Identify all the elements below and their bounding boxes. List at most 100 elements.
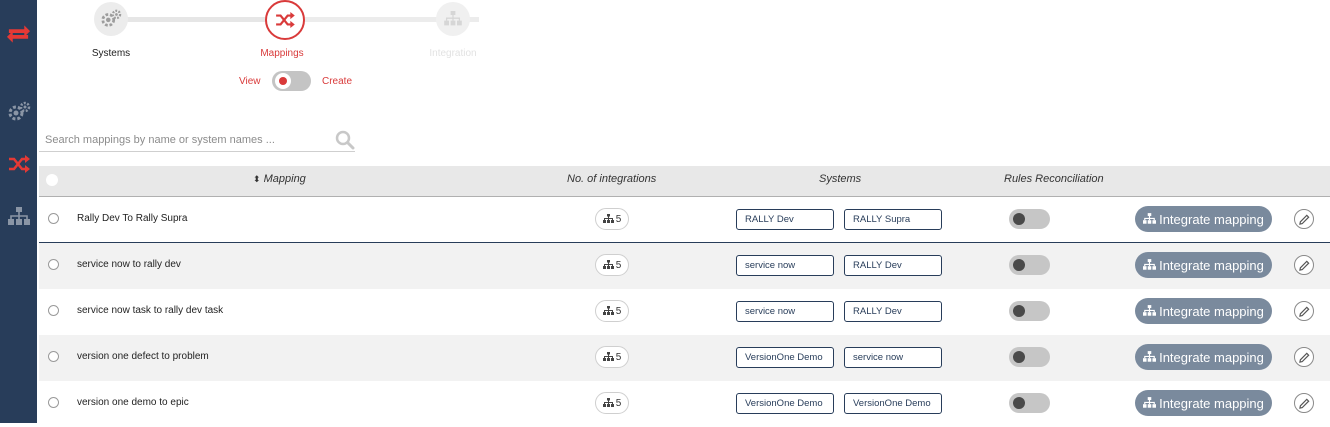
row-radio[interactable] (48, 397, 59, 408)
sitemap-icon (1143, 351, 1157, 362)
table-row[interactable]: service now to rally dev 5 service now R… (39, 243, 1330, 289)
integrate-mapping-label: Integrate mapping (1159, 211, 1264, 227)
stepper-progress (111, 17, 289, 22)
sitemap-icon (444, 11, 462, 26)
header-integrations: No. of integrations (567, 173, 657, 185)
step-mappings[interactable] (265, 0, 305, 40)
mapping-name: version one defect to problem (77, 351, 209, 362)
edit-button[interactable] (1294, 301, 1314, 321)
sitemap-icon (1143, 397, 1157, 408)
rules-reconciliation-toggle[interactable] (1009, 301, 1050, 321)
row-radio[interactable] (48, 305, 59, 316)
select-all-radio[interactable] (46, 174, 58, 186)
integrations-count: 5 (615, 213, 622, 225)
sitemap-icon[interactable] (6, 206, 31, 228)
rules-reconciliation-toggle[interactable] (1009, 209, 1050, 229)
integrate-mapping-button[interactable]: Integrate mapping (1135, 206, 1272, 232)
sitemap-icon (1143, 259, 1157, 270)
integrations-count-badge[interactable]: 5 (595, 208, 629, 230)
create-label[interactable]: Create (322, 76, 352, 87)
table-row[interactable]: version one defect to problem 5 VersionO… (39, 335, 1330, 381)
integrations-count-badge[interactable]: 5 (595, 346, 629, 368)
integrate-mapping-label: Integrate mapping (1159, 257, 1264, 273)
mapping-name: Rally Dev To Rally Supra (77, 213, 188, 224)
header-mapping-label: Mapping (263, 173, 306, 185)
pencil-icon (1298, 352, 1309, 363)
source-system-tag: RALLY Dev (736, 209, 834, 230)
target-system-tag: VersionOne Demo (844, 393, 942, 414)
shuffle-icon[interactable] (6, 153, 31, 175)
sidebar (0, 0, 37, 423)
pencil-icon (1298, 214, 1309, 225)
step-integration[interactable] (436, 2, 470, 36)
target-system-tag: RALLY Dev (844, 255, 942, 276)
integrations-count-badge[interactable]: 5 (595, 300, 629, 322)
integrate-mapping-label: Integrate mapping (1159, 303, 1264, 319)
header-systems: Systems (819, 173, 862, 185)
source-system-tag: VersionOne Demo (736, 347, 834, 368)
integrations-count: 5 (615, 259, 622, 271)
search-box (39, 128, 355, 152)
sitemap-icon (602, 306, 614, 315)
source-system-tag: VersionOne Demo (736, 393, 834, 414)
rules-reconciliation-toggle[interactable] (1009, 347, 1050, 367)
rules-reconciliation-toggle[interactable] (1009, 255, 1050, 275)
table-header: ⬍ Mapping No. of integrations Systems Ru… (39, 166, 1330, 197)
target-system-tag: RALLY Supra (844, 209, 942, 230)
row-radio[interactable] (48, 259, 59, 270)
edit-button[interactable] (1294, 209, 1314, 229)
integrations-count: 5 (615, 397, 622, 409)
integrate-mapping-button[interactable]: Integrate mapping (1135, 298, 1272, 324)
integrations-count-badge[interactable]: 5 (595, 392, 629, 414)
source-system-tag: service now (736, 301, 834, 322)
table-row[interactable]: version one demo to epic 5 VersionOne De… (39, 381, 1330, 427)
edit-button[interactable] (1294, 255, 1314, 275)
search-input[interactable] (45, 132, 325, 148)
pencil-icon (1298, 398, 1309, 409)
pencil-icon (1298, 306, 1309, 317)
edit-button[interactable] (1294, 347, 1314, 367)
gears-icon (101, 9, 122, 27)
row-radio[interactable] (48, 351, 59, 362)
step-label-integration: Integration (429, 48, 477, 59)
switch-knob (275, 73, 291, 89)
view-create-switch[interactable] (272, 71, 311, 91)
view-label[interactable]: View (239, 76, 261, 87)
integrate-mapping-button[interactable]: Integrate mapping (1135, 390, 1272, 416)
table-row[interactable]: Rally Dev To Rally Supra 5 RALLY Dev RAL… (39, 197, 1330, 243)
table-row[interactable]: service now task to rally dev task 5 ser… (39, 289, 1330, 335)
row-radio[interactable] (48, 213, 59, 224)
header-rules-reconciliation: Rules Reconciliation (1004, 173, 1104, 185)
edit-button[interactable] (1294, 393, 1314, 413)
header-mapping[interactable]: ⬍ Mapping (253, 173, 306, 185)
source-system-tag: service now (736, 255, 834, 276)
sort-icon: ⬍ (253, 174, 261, 184)
mapping-name: version one demo to epic (77, 397, 189, 408)
sitemap-icon (1143, 213, 1157, 224)
integrate-mapping-label: Integrate mapping (1159, 395, 1264, 411)
rules-reconciliation-toggle[interactable] (1009, 393, 1050, 413)
step-systems[interactable] (94, 2, 128, 36)
sitemap-icon (602, 352, 614, 361)
sitemap-icon (602, 260, 614, 269)
search-icon[interactable] (335, 130, 355, 155)
integrate-mapping-button[interactable]: Integrate mapping (1135, 252, 1272, 278)
mapping-name: service now to rally dev (77, 259, 181, 270)
gears-icon[interactable] (6, 101, 31, 123)
integrations-count: 5 (615, 351, 622, 363)
step-label-mappings: Mappings (260, 48, 304, 59)
target-system-tag: RALLY Dev (844, 301, 942, 322)
main-content: Systems Mappings Integration View Create… (37, 0, 1330, 423)
integrate-mapping-button[interactable]: Integrate mapping (1135, 344, 1272, 370)
sitemap-icon (602, 398, 614, 407)
mapping-name: service now task to rally dev task (77, 305, 224, 316)
integrate-mapping-label: Integrate mapping (1159, 349, 1264, 365)
app-logo-icon[interactable] (6, 23, 31, 45)
target-system-tag: service now (844, 347, 942, 368)
integrations-count: 5 (615, 305, 622, 317)
integrations-count-badge[interactable]: 5 (595, 254, 629, 276)
sitemap-icon (1143, 305, 1157, 316)
pencil-icon (1298, 260, 1309, 271)
shuffle-icon (276, 12, 295, 28)
sitemap-icon (602, 214, 614, 223)
